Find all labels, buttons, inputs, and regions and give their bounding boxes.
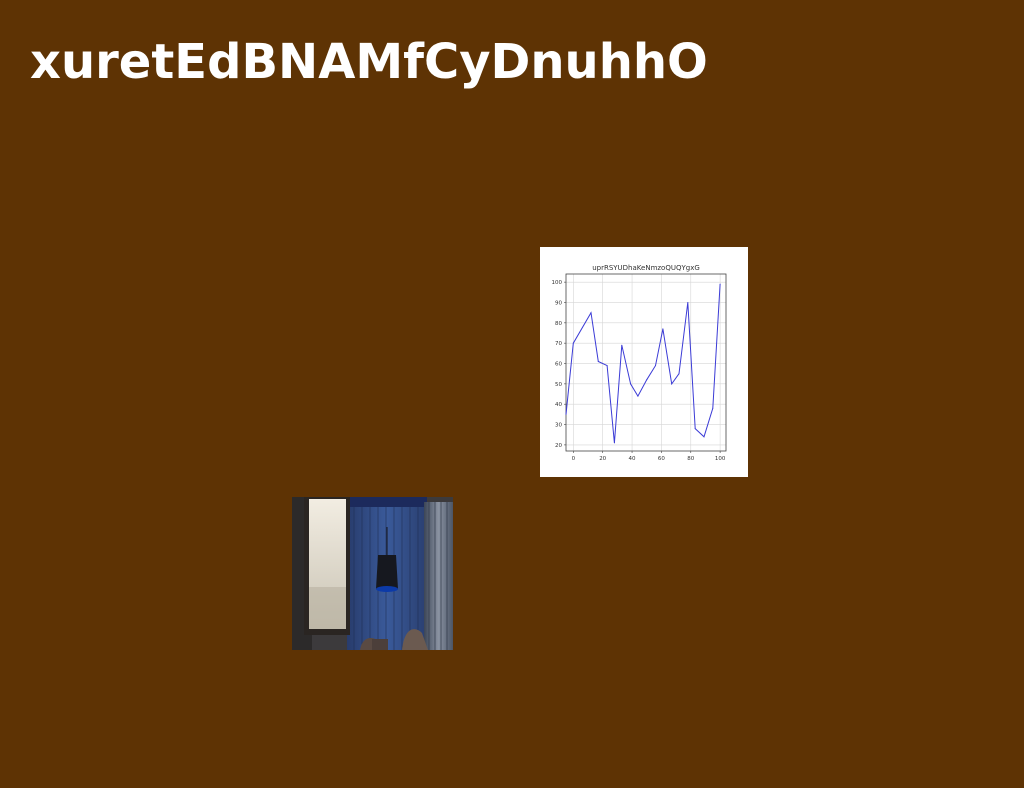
data-point xyxy=(655,365,657,367)
y-tick-label: 40 xyxy=(555,402,562,408)
line-chart-card: uprRSYUDhaKeNmzoQUQYgxG 20 30 40 50 60 70 80 90… xyxy=(540,247,748,477)
x-tick-label: 40 xyxy=(629,456,636,462)
data-point xyxy=(678,373,680,375)
page-title: xuretEdBNAMfCyDnuhhO xyxy=(30,34,708,90)
chart-title: uprRSYUDhaKeNmzoQUQYgxG xyxy=(592,264,700,272)
data-point xyxy=(646,379,648,381)
data-point xyxy=(712,407,714,409)
data-point xyxy=(597,360,599,362)
data-point xyxy=(572,342,574,344)
data-point xyxy=(719,283,721,285)
data-point xyxy=(637,395,639,397)
data-point xyxy=(662,328,664,330)
data-point xyxy=(613,442,615,444)
y-tick-label: 20 xyxy=(555,443,562,449)
x-tick-label: 0 xyxy=(572,456,576,462)
y-tick-label: 60 xyxy=(555,362,562,368)
data-point xyxy=(694,428,696,430)
y-tick-label: 50 xyxy=(555,382,562,388)
y-tick-label: 80 xyxy=(555,321,562,327)
y-tick-label: 90 xyxy=(555,300,562,306)
x-tick-label: 60 xyxy=(658,456,665,462)
x-axis-ticks: 0 20 40 60 80 100 xyxy=(572,451,726,462)
data-point xyxy=(590,312,592,314)
data-point xyxy=(621,344,623,346)
interior-photo xyxy=(292,497,453,650)
y-axis-ticks: 20 30 40 50 60 70 80 90 100 xyxy=(552,280,566,449)
data-point xyxy=(687,301,689,303)
y-tick-label: 100 xyxy=(552,280,563,286)
interior-photo-image xyxy=(292,497,453,650)
x-tick-label: 20 xyxy=(599,456,606,462)
data-point xyxy=(703,436,705,438)
line-chart: uprRSYUDhaKeNmzoQUQYgxG 20 30 40 50 60 70 80 90… xyxy=(552,264,727,462)
data-point xyxy=(630,383,632,385)
x-tick-label: 100 xyxy=(715,456,726,462)
y-tick-label: 70 xyxy=(555,341,562,347)
data-point xyxy=(671,383,673,385)
y-tick-label: 30 xyxy=(555,423,562,429)
data-point xyxy=(606,365,608,367)
data-point xyxy=(565,413,567,415)
chart-grid xyxy=(566,274,726,451)
x-tick-label: 80 xyxy=(687,456,694,462)
